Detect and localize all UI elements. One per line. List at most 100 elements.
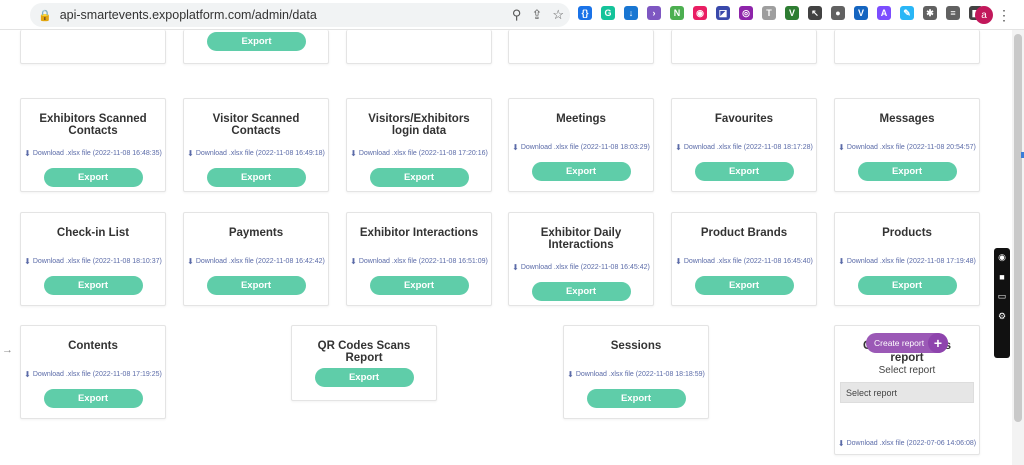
export-button[interactable]: Export (694, 162, 794, 181)
address-bar-actions: ⚲ ⇪ ☆ (512, 7, 564, 23)
v-extension-icon[interactable]: V (854, 6, 868, 20)
download-icon: ⬇ (838, 257, 845, 266)
export-button[interactable]: Export (857, 276, 957, 295)
export-button[interactable]: Export (314, 368, 414, 387)
download-link[interactable]: ⬇ Download .xlsx file (2022-11-08 18:03:2… (509, 143, 653, 152)
address-bar[interactable]: 🔒 api-smartevents.expoplatform.com/admin… (30, 3, 570, 27)
screen-icon[interactable]: ▭ (998, 291, 1007, 302)
export-button[interactable]: Export (531, 282, 631, 301)
download-link[interactable]: ⬇ Download .xlsx file (2022-11-08 16:49:1… (184, 149, 328, 158)
download-icon: ⬇ (350, 257, 357, 266)
export-button[interactable]: Export (531, 162, 631, 181)
lock-icon[interactable]: 🔒 (38, 9, 52, 22)
brackets-extension-icon[interactable]: {} (578, 6, 592, 20)
puzzle-icon[interactable]: ✱ (923, 6, 937, 20)
download-text: Download .xlsx file (2022-11-08 20:54:57… (846, 144, 976, 151)
export-button[interactable]: Export (43, 389, 143, 408)
card-title: Visitor Scanned Contacts (212, 113, 300, 137)
export-button[interactable]: Export (369, 168, 469, 187)
download-link[interactable]: ⬇ Download .xlsx file (2022-11-08 17:19:2… (21, 370, 165, 379)
card-product-brands: Product Brands ⬇ Download .xlsx file (2022… (671, 212, 817, 306)
download-link[interactable]: ⬇ Download .xlsx file (2022-07-06 14:06:0… (835, 439, 979, 448)
download-text: Download .xlsx file (2022-11-08 17:20:16… (358, 150, 488, 157)
arrow-extension-icon[interactable]: › (647, 6, 661, 20)
export-button[interactable]: Export (694, 276, 794, 295)
card-title: Products (882, 227, 932, 239)
card-title: Product Brands (700, 227, 788, 239)
download-link[interactable]: ⬇ Download .xlsx file (2022-11-08 18:17:2… (672, 143, 816, 152)
download-text: Download .xlsx file (2022-11-08 17:19:48… (846, 258, 976, 265)
card-title: Sessions (610, 340, 662, 352)
card-exhibitors-scanned: Exhibitors Scanned Contacts ⬇ Download .xl… (20, 98, 166, 192)
card-sessions: Sessions ⬇ Download .xlsx file (2022-11-08… (563, 325, 709, 419)
color-wheel-icon[interactable]: ◉ (693, 6, 707, 20)
download-link[interactable]: ⬇ Download .xlsx file (2022-11-08 18:10:3… (21, 257, 165, 266)
download-link[interactable]: ⬇ Download .xlsx file (2022-11-08 20:54:5… (835, 143, 979, 152)
camera-icon[interactable]: ◉ (998, 252, 1006, 263)
download-link[interactable]: ⬇ Download .xlsx file (2022-11-08 16:51:0… (347, 257, 491, 266)
card-messages: Messages ⬇ Download .xlsx file (2022-11-08… (834, 98, 980, 192)
export-button[interactable]: Export (206, 276, 306, 295)
settings-gear-icon[interactable]: ⚙ (998, 311, 1006, 322)
bookmark-star-icon[interactable]: ☆ (552, 7, 564, 23)
card-qr-codes: QR Codes Scans Report Export (291, 325, 437, 401)
download-link[interactable]: ⬇ Download .xlsx file (2022-11-08 17:20:1… (347, 149, 491, 158)
export-button[interactable]: Export (857, 162, 957, 181)
download-link[interactable]: ⬇ Download .xlsx file (2022-11-08 18:18:5… (564, 370, 708, 379)
zoom-icon[interactable]: ⚲ (512, 7, 522, 23)
plus-icon[interactable]: + (928, 333, 948, 353)
a-extension-icon[interactable]: A (877, 6, 891, 20)
export-button[interactable]: Export (586, 389, 686, 408)
download-link[interactable]: ⬇ Download .xlsx file (2022-11-08 16:42:4… (184, 257, 328, 266)
download-extension-icon[interactable]: ↓ (624, 6, 638, 20)
feather-extension-icon[interactable]: ✎ (900, 6, 914, 20)
download-icon: ⬇ (187, 257, 194, 266)
download-text: Download .xlsx file (2022-11-08 16:48:35… (32, 150, 162, 157)
download-icon: ⬇ (838, 143, 845, 152)
cursor-extension-icon[interactable]: ↖ (808, 6, 822, 20)
download-icon: ⬇ (567, 370, 574, 379)
card-checkin-list: Check-in List ⬇ Download .xlsx file (2022-… (20, 212, 166, 306)
download-icon: ⬇ (675, 143, 682, 152)
download-link[interactable]: ⬇ Download .xlsx file (2022-11-08 16:45:4… (509, 263, 653, 272)
scan-extension-icon[interactable]: N (670, 6, 684, 20)
card-title: Exhibitors Scanned Contacts (39, 113, 147, 137)
vpn-extension-icon[interactable]: V (785, 6, 799, 20)
profile-avatar[interactable]: a (975, 6, 993, 24)
card-title: Contents (68, 340, 118, 352)
card-products: Products ⬇ Download .xlsx file (2022-11-08… (834, 212, 980, 306)
create-report-label: Create report (874, 338, 925, 348)
download-link[interactable]: ⬇ Download .xlsx file (2022-11-08 17:19:4… (835, 257, 979, 266)
download-text: Download .xlsx file (2022-07-06 14:06:08… (846, 440, 977, 447)
download-icon: ⬇ (24, 149, 31, 158)
url-text[interactable]: api-smartevents.expoplatform.com/admin/d… (60, 8, 317, 22)
video-icon[interactable]: ■ (999, 272, 1004, 282)
share-icon[interactable]: ⇪ (531, 7, 542, 23)
reading-list-icon[interactable]: ≡ (946, 6, 960, 20)
scrollbar-thumb[interactable] (1014, 34, 1022, 422)
expand-arrow-icon[interactable]: → (2, 344, 13, 356)
grammarly-icon[interactable]: G (601, 6, 615, 20)
recorder-widget: ◉ ■ ▭ ⚙ (994, 248, 1010, 358)
download-link[interactable]: ⬇ Download .xlsx file (2022-11-08 16:48:3… (21, 149, 165, 158)
select-report-dropdown[interactable]: Select report (840, 382, 974, 403)
export-button[interactable]: Export (369, 276, 469, 295)
export-button[interactable]: Export (43, 168, 143, 187)
camera-extension-icon[interactable]: ◎ (739, 6, 753, 20)
download-link[interactable]: ⬇ Download .xlsx file (2022-11-08 16:45:4… (672, 257, 816, 266)
card-title: Exhibitor Interactions (359, 227, 479, 239)
pixel-extension-icon[interactable]: ◪ (716, 6, 730, 20)
export-button[interactable]: Export (207, 32, 306, 51)
browser-toolbar: 🔒 api-smartevents.expoplatform.com/admin… (0, 0, 1024, 30)
export-button[interactable]: Export (206, 168, 306, 187)
browser-menu-icon[interactable]: ⋮ (997, 7, 1011, 24)
download-text: Download .xlsx file (2022-11-08 17:19:25… (32, 371, 162, 378)
create-report-button[interactable]: Create report + (866, 333, 948, 353)
card-title: Meetings (556, 113, 606, 125)
export-button[interactable]: Export (43, 276, 143, 295)
record-extension-icon[interactable]: ● (831, 6, 845, 20)
text-extension-icon[interactable]: T (762, 6, 776, 20)
card-title: Check-in List (56, 227, 130, 239)
card-title: QR Codes Scans Report (317, 340, 411, 364)
extensions-row: {}G↓›N◉◪◎TV↖●VA✎✱≡◧ (578, 6, 983, 20)
